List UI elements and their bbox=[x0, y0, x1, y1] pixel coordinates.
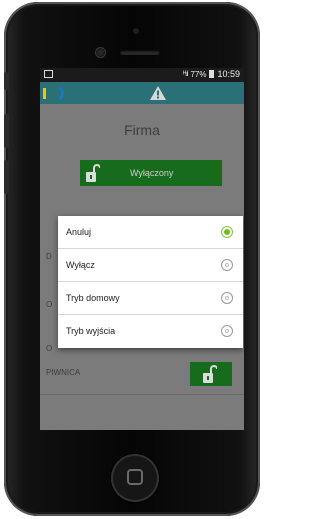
home-square-icon bbox=[127, 469, 143, 485]
zone-row-label: O bbox=[46, 300, 53, 309]
arm-status-label: Wyłączony bbox=[130, 168, 174, 178]
option-label: Tryb domowy bbox=[66, 293, 120, 303]
earpiece-speaker bbox=[120, 50, 160, 55]
option-label: Wyłącz bbox=[66, 260, 95, 270]
arm-status-button[interactable]: Wyłączony bbox=[80, 160, 222, 186]
mode-select-dialog: Anuluj Wyłącz Tryb domowy Tryb wyjścia bbox=[58, 216, 243, 348]
radio-icon[interactable] bbox=[221, 259, 233, 271]
app-logo-icon[interactable] bbox=[43, 85, 65, 102]
option-label: Anuluj bbox=[66, 227, 92, 237]
signal-icon: ᴴ.ıl bbox=[183, 70, 189, 78]
option-anuluj[interactable]: Anuluj bbox=[58, 216, 243, 249]
proximity-sensor bbox=[133, 28, 139, 34]
battery-icon bbox=[209, 70, 215, 78]
battery-percent: 77% bbox=[190, 69, 207, 79]
phone-frame: ᴴ.ıl 77% 10:59 Firma Wyłączony D O O PIW… bbox=[4, 2, 260, 516]
unlock-icon bbox=[203, 365, 217, 383]
home-button[interactable] bbox=[111, 454, 159, 502]
app-bar bbox=[40, 82, 244, 104]
front-camera bbox=[96, 48, 105, 57]
zone-label-piwnica: PIWNICA bbox=[46, 368, 81, 377]
zone-row-label: D bbox=[46, 252, 52, 261]
option-tryb-wyjscia[interactable]: Tryb wyjścia bbox=[58, 315, 243, 348]
option-tryb-domowy[interactable]: Tryb domowy bbox=[58, 282, 243, 315]
screen: ᴴ.ıl 77% 10:59 Firma Wyłączony D O O PIW… bbox=[40, 68, 244, 430]
option-wylacz[interactable]: Wyłącz bbox=[58, 249, 243, 282]
notification-icon bbox=[44, 70, 53, 78]
mute-switch bbox=[4, 72, 9, 90]
option-label: Tryb wyjścia bbox=[66, 326, 116, 336]
volume-down-button bbox=[4, 160, 9, 194]
volume-up-button bbox=[4, 114, 9, 148]
divider bbox=[40, 394, 244, 395]
radio-selected-icon[interactable] bbox=[221, 226, 233, 238]
status-bar: ᴴ.ıl 77% 10:59 bbox=[40, 68, 244, 82]
radio-icon[interactable] bbox=[221, 325, 233, 337]
zone-row-label: O bbox=[46, 344, 53, 353]
warning-icon[interactable] bbox=[149, 85, 167, 101]
clock: 10:59 bbox=[217, 69, 240, 79]
radio-icon[interactable] bbox=[221, 292, 233, 304]
page-title: Firma bbox=[124, 122, 160, 138]
piwnica-toggle-button[interactable] bbox=[190, 362, 232, 386]
unlock-icon bbox=[86, 164, 100, 182]
